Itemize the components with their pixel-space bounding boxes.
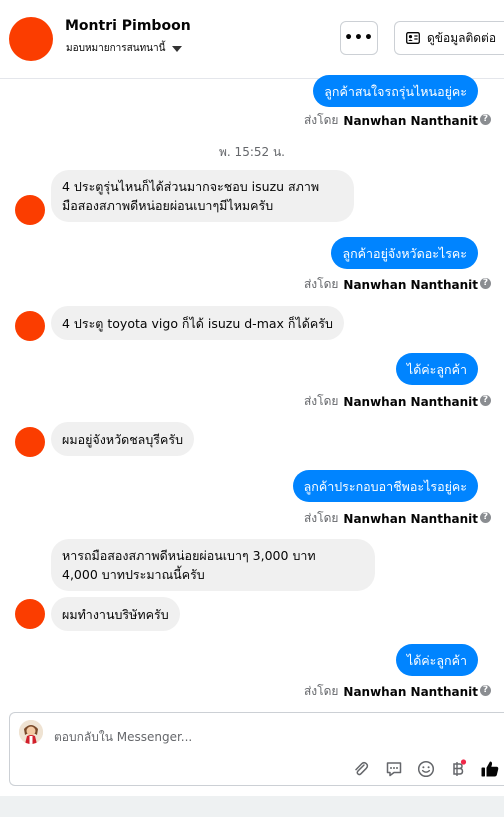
more-options-button[interactable]: ••• xyxy=(340,21,378,55)
message-line: 4,000 บาทประมาณนี้ครับ xyxy=(62,567,205,582)
incoming-message[interactable]: 4 ประตู toyota vigo ก็ได้ isuzu d-max ก็… xyxy=(51,306,344,340)
attach-icon[interactable] xyxy=(350,758,372,780)
outgoing-message[interactable]: ได้ค่ะลูกค้า xyxy=(395,644,478,676)
view-contact-label: ดูข้อมูลติดต่อ xyxy=(427,30,497,45)
incoming-message[interactable]: หารถมือสองสภาพดีหน่อยผ่อนเบาๆ 3,000 บาท … xyxy=(51,539,375,591)
message-line: 4 ประตูรุ่นไหนก็ได้ส่วนมากจะชอบ isuzu สภ… xyxy=(62,179,320,194)
agent-avatar-image xyxy=(19,720,43,744)
outgoing-message[interactable]: ลูกค้าอยู่จังหวัดอะไรคะ xyxy=(331,237,478,269)
help-icon[interactable]: ? xyxy=(480,685,491,696)
customer-avatar xyxy=(15,195,45,225)
customer-avatar xyxy=(15,311,45,341)
outgoing-message[interactable]: ลูกค้าประกอบอาชีพอะไรอยู่คะ xyxy=(292,470,478,502)
agent-name: Nanwhan Nanthanit xyxy=(343,684,478,699)
help-icon[interactable]: ? xyxy=(480,512,491,523)
incoming-message[interactable]: 4 ประตูรุ่นไหนก็ได้ส่วนมากจะชอบ isuzu สภ… xyxy=(51,170,354,222)
conversation-header: Montri Pimboon มอบหมายการสนทนานี้ ••• ดู… xyxy=(0,0,504,79)
message-line: มือสองสภาพดีหน่อยผ่อนเบาๆมีไหมครับ xyxy=(62,198,274,213)
outgoing-message[interactable]: ได้ค่ะลูกค้า xyxy=(395,353,478,385)
customer-avatar xyxy=(15,599,45,629)
sent-by-prefix: ส่งโดย xyxy=(303,394,339,408)
message-line: หารถมือสองสภาพดีหน่อยผ่อนเบาๆ 3,000 บาท xyxy=(62,548,316,563)
incoming-message[interactable]: ผมทำงานบริษัทครับ xyxy=(51,597,180,631)
agent-name: Nanwhan Nanthanit xyxy=(343,511,478,526)
reply-composer: ตอบกลับใน Messenger... xyxy=(9,712,504,786)
reply-input[interactable]: ตอบกลับใน Messenger... xyxy=(54,728,192,747)
agent-name: Nanwhan Nanthanit xyxy=(343,394,478,409)
sent-by-label: ส่งโดย Nanwhan Nanthanit xyxy=(304,392,478,411)
sent-by-label: ส่งโดย Nanwhan Nanthanit xyxy=(304,275,478,294)
caret-down-icon xyxy=(172,45,183,52)
sent-by-prefix: ส่งโดย xyxy=(303,277,339,291)
customer-name[interactable]: Montri Pimboon xyxy=(65,18,191,34)
customer-avatar[interactable] xyxy=(9,17,53,61)
sent-by-label: ส่งโดย Nanwhan Nanthanit xyxy=(304,682,478,701)
contact-card-icon xyxy=(406,32,420,44)
sent-by-prefix: ส่งโดย xyxy=(303,684,339,698)
sent-by-prefix: ส่งโดย xyxy=(303,511,339,525)
outgoing-message[interactable]: ลูกค้าสนใจรถรุ่นไหนอยู่คะ xyxy=(313,75,478,107)
emoji-icon[interactable] xyxy=(415,758,437,780)
help-icon[interactable]: ? xyxy=(480,278,491,289)
sent-by-prefix: ส่งโดย xyxy=(303,113,339,127)
payment-icon[interactable] xyxy=(447,758,469,780)
view-contact-button[interactable]: ดูข้อมูลติดต่อ xyxy=(394,21,504,55)
customer-avatar xyxy=(15,427,45,457)
thumbs-up-icon[interactable] xyxy=(479,758,501,780)
assign-conversation-dropdown[interactable]: มอบหมายการสนทนานี้ xyxy=(66,41,183,56)
assign-label: มอบหมายการสนทนานี้ xyxy=(66,43,166,54)
timestamp: พ. 15:52 น. xyxy=(219,145,285,159)
agent-avatar xyxy=(19,720,43,744)
sent-by-label: ส่งโดย Nanwhan Nanthanit xyxy=(304,111,478,130)
saved-replies-icon[interactable] xyxy=(383,758,405,780)
bottom-strip xyxy=(0,796,504,817)
agent-name: Nanwhan Nanthanit xyxy=(343,113,478,128)
help-icon[interactable]: ? xyxy=(480,395,491,406)
help-icon[interactable]: ? xyxy=(480,114,491,125)
agent-name: Nanwhan Nanthanit xyxy=(343,277,478,292)
incoming-message[interactable]: ผมอยู่จังหวัดชลบุรีครับ xyxy=(51,422,195,456)
sent-by-label: ส่งโดย Nanwhan Nanthanit xyxy=(304,509,478,528)
